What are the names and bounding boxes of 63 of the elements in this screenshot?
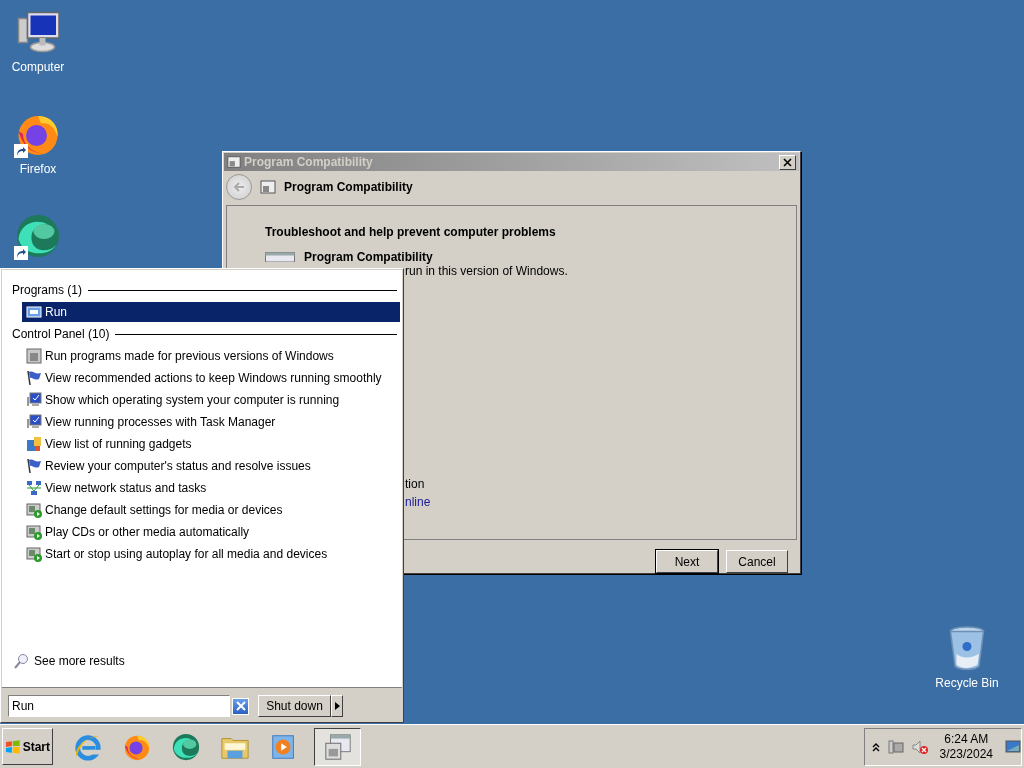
edge-icon <box>14 212 62 260</box>
speaker-muted-icon[interactable] <box>911 738 928 755</box>
program-window-icon <box>260 178 276 195</box>
shut-down-options-button[interactable] <box>331 695 343 717</box>
search-result[interactable]: Start or stop using autoplay for all media and devices <box>22 544 400 564</box>
option-text: tion <box>405 477 426 492</box>
program-window-icon <box>265 252 295 263</box>
close-icon <box>783 157 792 167</box>
chevron-up-icon[interactable] <box>871 741 880 752</box>
troubleshooter-title[interactable]: Program Compatibility <box>304 250 433 265</box>
monitor-icon <box>26 392 42 408</box>
search-result[interactable]: Change default settings for media or devices <box>22 500 400 520</box>
dialog-button[interactable]: Next <box>656 550 718 573</box>
network-icon[interactable] <box>887 738 904 755</box>
program-window-icon <box>26 348 42 364</box>
dialog-header: Program Compatibility <box>284 179 413 194</box>
back-button[interactable] <box>226 173 252 200</box>
close-button[interactable] <box>779 154 796 170</box>
search-result[interactable]: View network status and tasks <box>22 478 400 498</box>
search-result[interactable]: Run <box>22 302 400 322</box>
caret-icon <box>334 702 340 710</box>
clear-search-button[interactable] <box>232 697 249 715</box>
see-more-link[interactable]: See more results <box>34 654 125 668</box>
clock[interactable]: 6:24 AM 3/23/2024 <box>939 731 993 762</box>
search-field[interactable]: Run <box>8 695 230 717</box>
flag-icon <box>26 458 42 474</box>
windows-logo-icon <box>5 738 21 755</box>
window-title: Program Compatibility <box>244 155 374 170</box>
group-heading: Control Panel (10) <box>12 327 110 341</box>
run-icon <box>26 304 42 320</box>
desktop-icon-label[interactable]: Firefox <box>19 162 57 176</box>
shut-down-button[interactable]: Shut down <box>258 695 331 717</box>
back-arrow-icon <box>232 179 246 194</box>
shortcut-arrow-icon <box>14 246 28 260</box>
show-desktop-icon[interactable] <box>1005 738 1021 755</box>
monitor-icon <box>26 414 42 430</box>
search-icon <box>13 653 29 669</box>
troubleshooter-description: run in this version of Windows. <box>405 264 569 279</box>
network-icon <box>26 480 42 496</box>
search-result[interactable]: View running processes with Task Manager <box>22 412 400 432</box>
taskbar-button[interactable] <box>314 727 361 766</box>
autoplay-icon <box>26 546 42 562</box>
autoplay-icon <box>26 524 42 540</box>
shortcut-arrow-icon <box>14 144 28 158</box>
search-result[interactable]: Run programs made for previous versions of Windows <box>22 346 400 366</box>
search-result[interactable]: Review your computer's status and resolve issues <box>22 456 400 476</box>
search-result[interactable]: Show which operating system your computer is running <box>22 390 400 410</box>
dialog-heading: Troubleshoot and help prevent computer problems <box>265 225 557 240</box>
program-window-icon <box>227 155 241 170</box>
dialog-button[interactable]: Cancel <box>726 550 788 573</box>
search-result[interactable]: View recommended actions to keep Windows running smoothly <box>22 368 400 388</box>
search-result[interactable]: View list of running gadgets <box>22 434 400 454</box>
edge-icon <box>171 731 201 762</box>
autoplay-icon <box>26 502 42 518</box>
start-button[interactable]: Start <box>2 728 53 765</box>
desktop-icon-label[interactable]: Recycle Bin <box>935 676 999 690</box>
search-result[interactable]: Play CDs or other media automatically <box>22 522 400 542</box>
group-heading: Programs (1) <box>12 283 82 297</box>
program-window-icon <box>322 731 353 762</box>
gadgets-icon <box>26 436 42 452</box>
link[interactable]: nline <box>405 495 796 510</box>
flag-icon <box>26 370 42 386</box>
desktop-icon-label[interactable]: Computer <box>11 60 65 74</box>
